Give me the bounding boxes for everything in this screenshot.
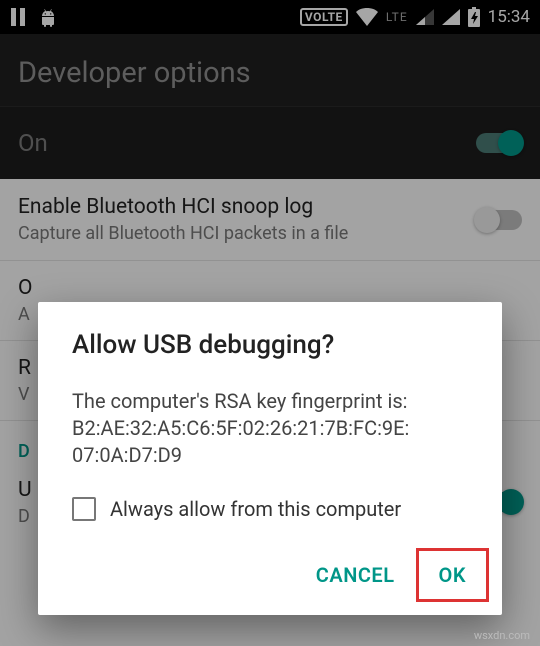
always-allow-row[interactable]: Always allow from this computer [72,497,468,521]
usb-debugging-dialog: Allow USB debugging? The computer's RSA … [38,302,502,615]
always-allow-checkbox[interactable] [72,497,96,521]
always-allow-label: Always allow from this computer [110,497,401,521]
dialog-body: The computer's RSA key fingerprint is: B… [72,388,468,469]
dialog-actions: CANCEL OK [38,541,502,615]
cancel-button[interactable]: CANCEL [294,549,417,601]
ok-button[interactable]: OK [417,549,488,601]
watermark: wsxdn.com [474,629,530,642]
dialog-title: Allow USB debugging? [72,330,468,360]
